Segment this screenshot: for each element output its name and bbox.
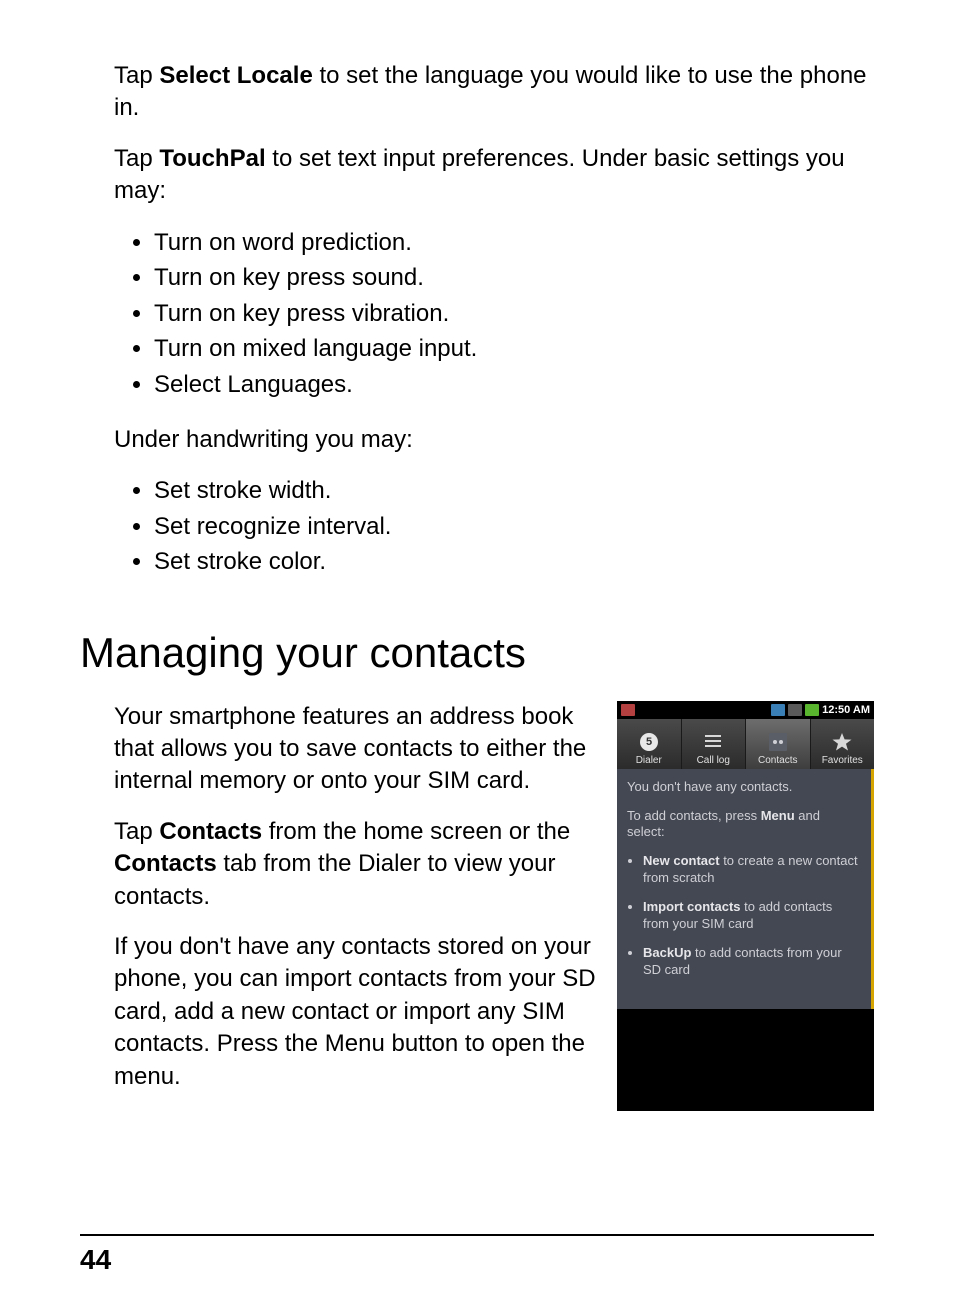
status-left <box>621 704 635 716</box>
list-item: Turn on mixed language input. <box>154 332 874 366</box>
dialer-icon: 5 <box>636 731 662 753</box>
bullet-list: Set stroke width. Set recognize interval… <box>114 474 874 579</box>
text: Tap <box>114 145 159 172</box>
phone-list-item: New contact to create a new contact from… <box>643 853 861 887</box>
bold-text: Menu <box>761 808 795 823</box>
status-time: 12:50 AM <box>822 704 870 716</box>
page-number: 44 <box>80 1244 111 1276</box>
list-item: Set stroke color. <box>154 545 874 579</box>
tab-dialer[interactable]: 5 Dialer <box>617 719 682 769</box>
status-right: 12:50 AM <box>771 704 870 716</box>
bold-text: TouchPal <box>159 145 265 172</box>
two-column-section: Your smartphone features an address book… <box>114 701 874 1111</box>
tab-label: Favorites <box>822 755 863 766</box>
tab-contacts[interactable]: Contacts <box>746 719 811 769</box>
section-heading: Managing your contacts <box>80 629 874 677</box>
phone-body: You don't have any contacts. To add cont… <box>617 769 874 1009</box>
bold-text: New contact <box>643 853 720 868</box>
text: Tap <box>114 818 159 845</box>
list-item: Turn on key press vibration. <box>154 297 874 331</box>
svg-text:5: 5 <box>646 736 652 748</box>
contacts-icon <box>765 731 791 753</box>
paragraph: If you don't have any contacts stored on… <box>114 931 599 1093</box>
paragraph: Tap Contacts from the home screen or the… <box>114 816 599 913</box>
paragraph: Under handwriting you may: <box>114 424 874 456</box>
tab-favorites[interactable]: Favorites <box>811 719 875 769</box>
list-item: Set stroke width. <box>154 474 874 508</box>
signal-icon <box>788 704 802 716</box>
sdcard-icon <box>621 704 635 716</box>
bold-text: Select Locale <box>159 62 312 89</box>
bold-text: Import contacts <box>643 899 741 914</box>
text-column: Your smartphone features an address book… <box>114 701 599 1111</box>
bold-text: BackUp <box>643 945 691 960</box>
phone-tab-bar: 5 Dialer Call log Contacts Fav <box>617 719 874 769</box>
bold-text: Contacts <box>159 818 262 845</box>
paragraph: Your smartphone features an address book… <box>114 701 599 798</box>
calllog-icon <box>700 731 726 753</box>
list-item: Select Languages. <box>154 368 874 402</box>
list-item: Turn on word prediction. <box>154 226 874 260</box>
phone-screenshot: 12:50 AM 5 Dialer Call log Contacts <box>617 701 874 1111</box>
phone-list-item: Import contacts to add contacts from you… <box>643 899 861 933</box>
text: To add contacts, press <box>627 808 761 823</box>
bold-text: Contacts <box>114 850 217 877</box>
battery-icon <box>805 704 819 716</box>
list-item: Turn on key press sound. <box>154 261 874 295</box>
phone-list-item: BackUp to add contacts from your SD card <box>643 945 861 979</box>
tab-call-log[interactable]: Call log <box>682 719 747 769</box>
footer-rule <box>80 1234 874 1236</box>
paragraph: Tap Select Locale to set the language yo… <box>114 60 874 125</box>
phone-text: To add contacts, press Menu and select: <box>627 808 861 842</box>
phone-status-bar: 12:50 AM <box>617 701 874 719</box>
tab-label: Call log <box>697 755 730 766</box>
list-item: Set recognize interval. <box>154 510 874 544</box>
phone-list: New contact to create a new contact from… <box>643 853 861 978</box>
favorites-icon <box>829 731 855 753</box>
signal-icon <box>771 704 785 716</box>
tab-label: Contacts <box>758 755 797 766</box>
paragraph: Tap TouchPal to set text input preferenc… <box>114 143 874 208</box>
text: from the home screen or the <box>262 818 570 845</box>
phone-text: You don't have any contacts. <box>627 779 861 796</box>
tab-label: Dialer <box>636 755 662 766</box>
text: Tap <box>114 62 159 89</box>
bullet-list: Turn on word prediction. Turn on key pre… <box>114 226 874 402</box>
